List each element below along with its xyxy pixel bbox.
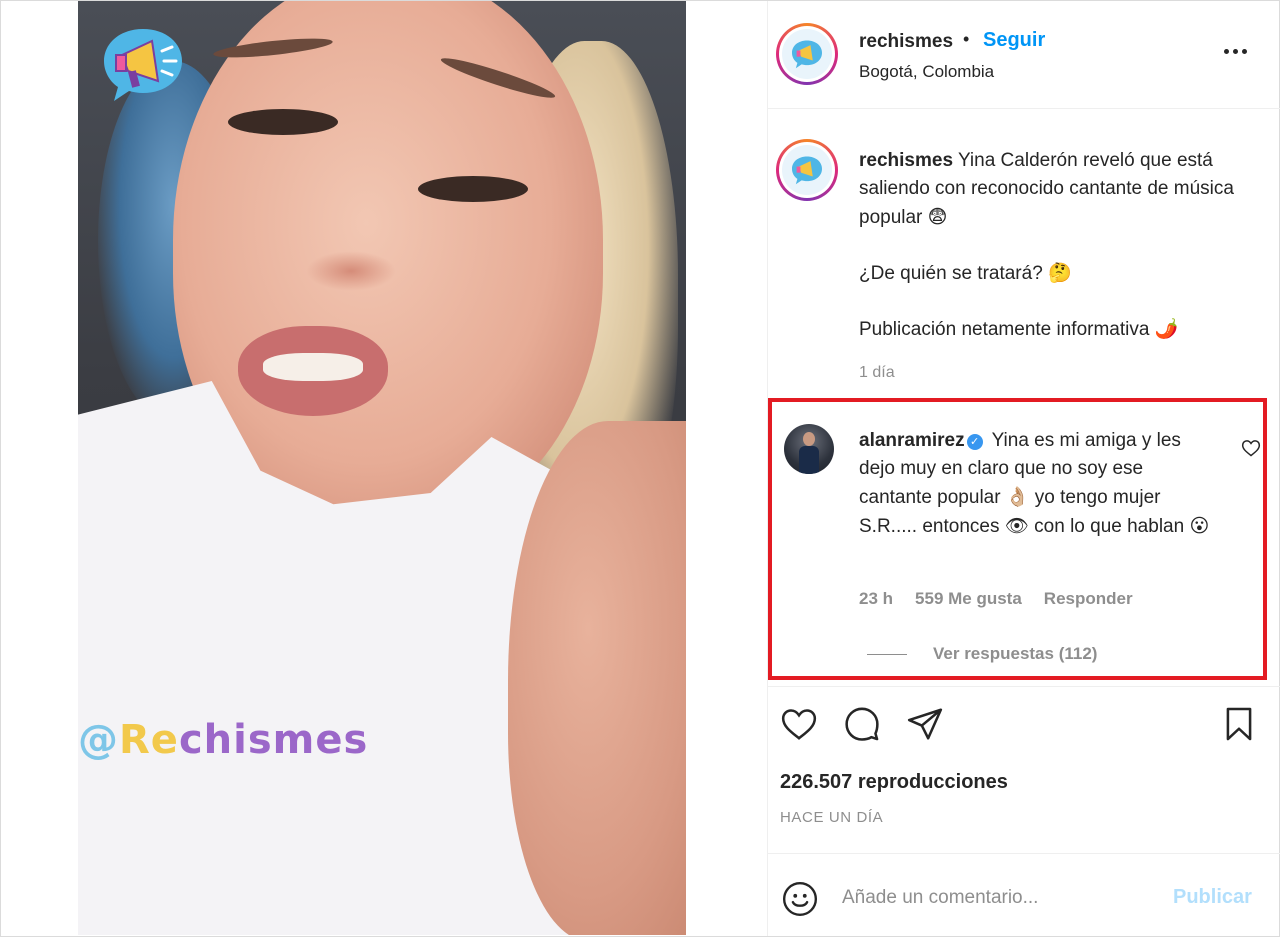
comment-composer: Publicar bbox=[768, 853, 1280, 936]
comment-likes-count[interactable]: 559 Me gusta bbox=[915, 589, 1022, 609]
views-count[interactable]: 226.507 reproducciones bbox=[780, 771, 1008, 794]
video-frame-detail bbox=[306, 251, 396, 291]
commenter-username[interactable]: alanramirez bbox=[859, 430, 965, 451]
comment-emoji: 👌🏼 bbox=[1005, 486, 1030, 508]
caption-username[interactable]: rechismes bbox=[859, 150, 953, 171]
post-date[interactable]: HACE UN DÍA bbox=[780, 809, 883, 826]
comment-text: alanramirez ✓ Yina es mi amiga y les dejo… bbox=[859, 427, 1219, 541]
comment-emoji: 👁 bbox=[1004, 515, 1029, 537]
megaphone-logo-icon bbox=[792, 156, 822, 185]
post-side-panel: rechismes • Seguir Bogotá, Colombia rech… bbox=[767, 1, 1280, 936]
verified-badge-icon: ✓ bbox=[966, 434, 983, 450]
like-comment-heart-icon[interactable] bbox=[1241, 438, 1261, 458]
post-actions-bar bbox=[768, 686, 1280, 766]
commenter-avatar[interactable] bbox=[784, 424, 834, 474]
comment-input[interactable] bbox=[842, 884, 1162, 912]
post-caption: rechismes Yina Calderón reveló que está … bbox=[768, 109, 1280, 399]
separator-dot: • bbox=[963, 29, 970, 49]
megaphone-logo-icon bbox=[100, 25, 186, 103]
comment-meta: 23 h 559 Me gusta Responder bbox=[859, 589, 1133, 609]
caption-emoji: 🤔 bbox=[1048, 262, 1072, 284]
caption-disclaimer: Publicación netamente informativa bbox=[859, 319, 1150, 340]
view-replies-button[interactable]: Ver respuestas (112) bbox=[867, 644, 1097, 664]
post-location[interactable]: Bogotá, Colombia bbox=[859, 62, 994, 82]
share-paper-plane-icon[interactable] bbox=[904, 703, 946, 745]
video-frame-detail bbox=[418, 176, 528, 202]
comment-timestamp[interactable]: 23 h bbox=[859, 589, 893, 609]
view-replies-label: Ver respuestas (112) bbox=[933, 644, 1098, 663]
caption-emoji: 😨 bbox=[927, 206, 948, 228]
caption-text: rechismes Yina Calderón reveló que está … bbox=[859, 147, 1259, 344]
publish-button[interactable]: Publicar bbox=[1173, 886, 1252, 909]
save-bookmark-icon[interactable] bbox=[1218, 703, 1260, 745]
caption-emoji: 🌶️ bbox=[1154, 318, 1179, 340]
video-frame-detail bbox=[228, 109, 338, 135]
author-username[interactable]: rechismes bbox=[859, 31, 953, 53]
like-heart-icon[interactable] bbox=[778, 703, 820, 745]
replies-divider bbox=[867, 653, 907, 655]
caption-avatar[interactable] bbox=[776, 139, 838, 201]
more-options-icon[interactable] bbox=[1224, 41, 1254, 61]
post-video[interactable]: @Rechismes bbox=[78, 1, 686, 935]
comment-bubble-icon[interactable] bbox=[841, 703, 883, 745]
author-avatar[interactable] bbox=[776, 23, 838, 85]
reply-button[interactable]: Responder bbox=[1044, 589, 1133, 609]
emoji-smiley-icon[interactable] bbox=[781, 880, 819, 918]
video-watermark: @Rechismes bbox=[78, 717, 369, 763]
comment-body: con lo que hablan bbox=[1034, 516, 1185, 537]
megaphone-logo-icon bbox=[792, 40, 822, 69]
post-header: rechismes • Seguir Bogotá, Colombia bbox=[768, 1, 1280, 109]
caption-question: ¿De quién se tratará? bbox=[859, 263, 1043, 284]
video-frame-detail bbox=[263, 353, 363, 381]
comment-emoji: 😮 bbox=[1189, 515, 1210, 537]
caption-timestamp[interactable]: 1 día bbox=[859, 364, 895, 382]
follow-button[interactable]: Seguir bbox=[983, 29, 1045, 52]
